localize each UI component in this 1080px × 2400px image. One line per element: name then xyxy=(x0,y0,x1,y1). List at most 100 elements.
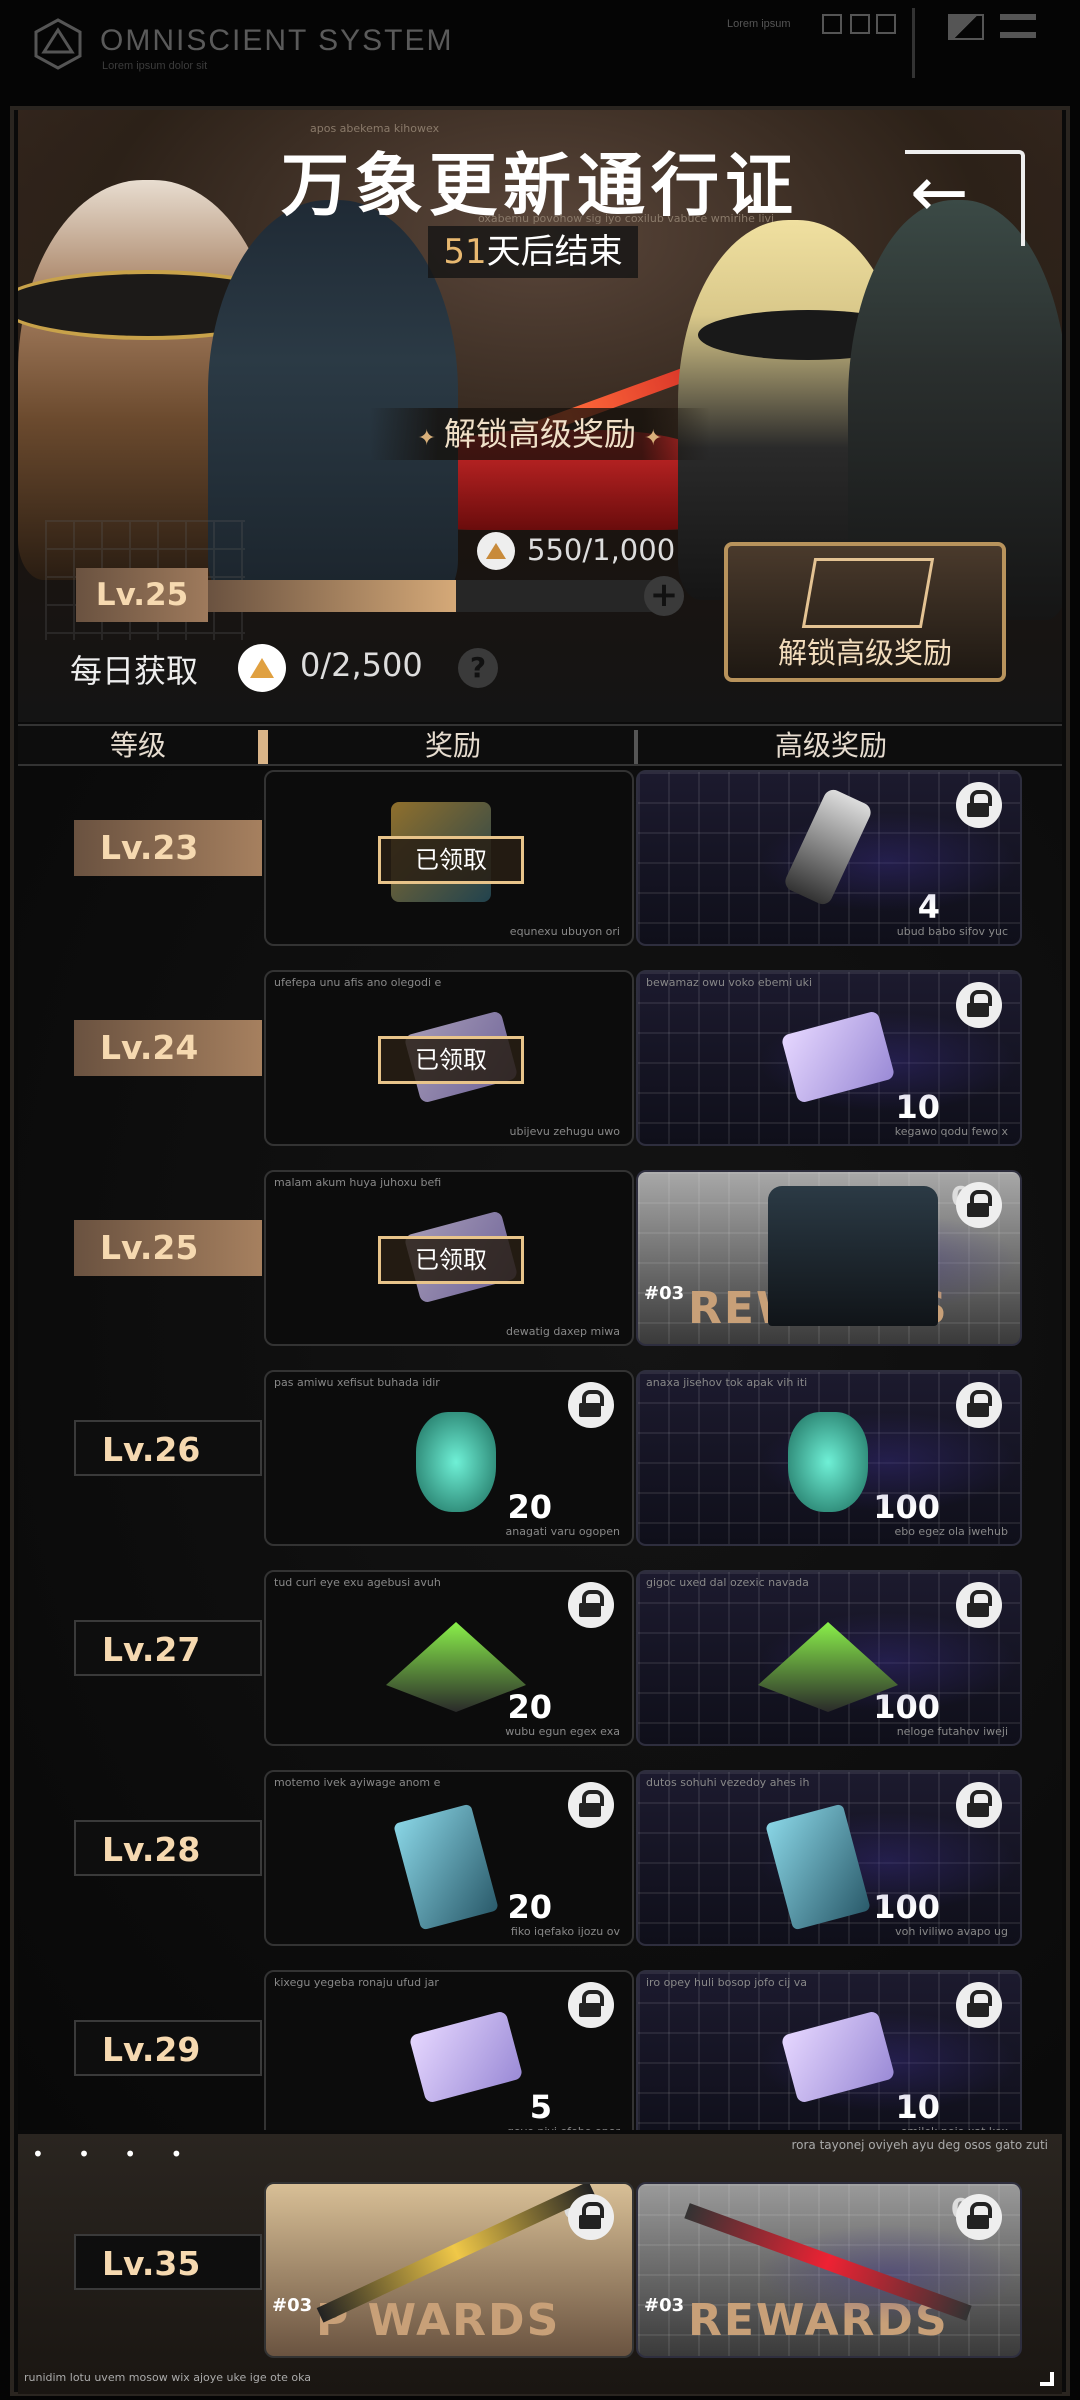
buy-level-button[interactable]: + xyxy=(644,576,684,616)
sparkle-icon: ✦ xyxy=(644,426,663,451)
lock-icon xyxy=(568,1782,614,1828)
premium-reward-card[interactable]: gigoc uxed dal ozexic navada neloge futah… xyxy=(636,1570,1022,1746)
daily-gain-value: 0/2,500 xyxy=(300,646,423,684)
daily-gain-label: 每日获取 xyxy=(70,652,199,690)
daily-xp-icon xyxy=(238,644,286,692)
free-reward-card[interactable]: pas amiwu xefisut buhada idir anagati var… xyxy=(264,1370,634,1546)
book-icon xyxy=(765,1803,871,1931)
reward-quantity: 20 xyxy=(507,1888,552,1926)
premium-reward-card[interactable]: anaxa jisehov tok apak vih iti ebo egez o… xyxy=(636,1370,1022,1546)
unlock-premium-banner[interactable]: ✦ 解锁高级奖励 ✦ xyxy=(370,408,710,460)
lock-icon xyxy=(956,1782,1002,1828)
card-caption: iro opey huli bosop jofo cij va xyxy=(646,1976,808,1989)
free-reward-card[interactable]: motemo ivek ayiwage anom e fiko iqefako i… xyxy=(264,1770,634,1946)
claimed-badge: 已领取 xyxy=(378,1036,524,1084)
help-button[interactable]: ? xyxy=(458,648,498,688)
milestone-free-reward[interactable]: 01 #03 P WARDS xyxy=(264,2182,634,2358)
premium-reward-card[interactable]: ubud babo sifov yuc 4 xyxy=(636,770,1022,946)
card-tag: #03 xyxy=(644,1283,685,1304)
card-footer: ubud babo sifov yuc xyxy=(896,925,1008,938)
lock-icon xyxy=(956,1582,1002,1628)
row-level: Lv.28 xyxy=(74,1820,262,1876)
countdown-days: 51 xyxy=(443,232,487,272)
lock-icon xyxy=(956,1982,1002,2028)
premium-reward-card[interactable]: iro opey huli bosop jofo cij vaomilek po… xyxy=(636,1970,1022,2130)
ticket-icon xyxy=(780,2010,896,2104)
corner-decoration xyxy=(1040,2372,1054,2386)
divider xyxy=(912,8,915,78)
card-tag: #03 xyxy=(272,2295,313,2316)
unlock-premium-button[interactable]: 解锁高级奖励 xyxy=(724,542,1006,682)
header-level: 等级 xyxy=(109,729,166,762)
card-tag: #03 xyxy=(644,2295,685,2316)
reward-quantity: 4 xyxy=(917,888,940,926)
menu-icon xyxy=(1000,14,1036,38)
card-caption: ufefepa unu afis ano olegodi e xyxy=(274,976,442,989)
reward-row: Lv.28 motemo ivek ayiwage anom e fiko iqef… xyxy=(18,1770,1062,1950)
free-reward-card[interactable]: tud curi eye exu agebusi avuh wubu egun e… xyxy=(264,1570,634,1746)
countdown-suffix: 天后结束 xyxy=(486,232,623,272)
card-caption: motemo ivek ayiwage anom e xyxy=(274,1776,441,1789)
card-caption: anaxa jisehov tok apak vih iti xyxy=(646,1376,808,1389)
free-reward-card[interactable]: malam akum huya juhoxu befi dewatig daxep… xyxy=(264,1170,634,1346)
current-level: Lv.25 xyxy=(76,568,208,622)
card-footer: anagati varu ogopen xyxy=(505,1525,620,1538)
xp-current: 550 xyxy=(527,533,583,567)
card-footer: qoye piyi ofebo opor xyxy=(507,2125,620,2130)
reward-quantity: 100 xyxy=(873,1688,940,1726)
book-icon xyxy=(393,1803,499,1931)
card-footer: ubijevu zehugu uwo xyxy=(509,1125,620,1138)
reward-quantity: 20 xyxy=(507,1488,552,1526)
milestone-caption: rora tayonej oviyeh ayu deg osos gato zu… xyxy=(791,2138,1048,2152)
back-arrow-icon: ← xyxy=(910,151,969,233)
lock-icon xyxy=(568,2194,614,2240)
xp-max: 1,000 xyxy=(592,533,676,567)
character-2-art xyxy=(208,200,458,600)
card-caption: gigoc uxed dal ozexic navada xyxy=(646,1576,809,1589)
hero-caption-2: oxabemu povohow sig iyo coxilub vabuce w… xyxy=(478,212,775,225)
lock-icon xyxy=(568,1982,614,2028)
card-footer: kegawo qodu fewo x xyxy=(894,1125,1008,1138)
free-reward-card[interactable]: kixegu yegeba ronaju ufud jar qoye piyi o… xyxy=(264,1970,634,2130)
card-caption: kixegu yegeba ronaju ufud jar xyxy=(274,1976,439,1989)
milestone-footer: runidim lotu uvem mosow wix ajoye uke ig… xyxy=(24,2371,312,2384)
header-rewards: 奖励 xyxy=(424,729,481,762)
xp-icon xyxy=(477,532,515,570)
square-icon xyxy=(876,14,896,34)
card-caption: pas amiwu xefisut buhada idir xyxy=(274,1376,440,1389)
reward-quantity: 10 xyxy=(895,2088,940,2126)
row-level: Lv.24 xyxy=(74,1020,262,1076)
system-tiny-text: Lorem ipsum xyxy=(727,18,791,30)
reward-row: Lv.23 equnexu ubuyon ori 已领取 ubud babo sifo… xyxy=(18,770,1062,950)
system-title: OMNISCIENT SYSTEM xyxy=(100,24,454,57)
rewards-text: REWARDS xyxy=(688,2295,949,2346)
card-footer: wubu egun egex exa xyxy=(505,1725,620,1738)
reward-list[interactable]: Lv.23 equnexu ubuyon ori 已领取 ubud babo sifo… xyxy=(18,770,1062,2130)
card-footer: dewatig daxep miwa xyxy=(506,1325,620,1338)
card-footer: neloge futahov iweji xyxy=(896,1725,1008,1738)
mask-icon xyxy=(788,1412,868,1512)
row-level: Lv.27 xyxy=(74,1620,262,1676)
header-divider xyxy=(258,730,268,764)
sparkle-icon: ✦ xyxy=(417,426,436,451)
lock-icon xyxy=(956,782,1002,828)
reward-row: Lv.24 ufefepa unu afis ano olegodi e ubije… xyxy=(18,970,1062,1150)
unlock-banner-label: 解锁高级奖励 xyxy=(443,415,636,453)
milestone-premium-reward[interactable]: 01 #03 REWARDS xyxy=(636,2182,1022,2358)
xp-counter: 550/1,000 xyxy=(527,533,676,567)
ticket-icon xyxy=(780,1010,896,1104)
premium-reward-card[interactable]: bewamaz owu voko ebemi uki kegawo qodu fe… xyxy=(636,970,1022,1146)
outfit-icon xyxy=(768,1186,938,1326)
reward-row: Lv.25 malam akum huya juhoxu befi dewatig … xyxy=(18,1170,1062,1350)
reward-row: Lv.27 tud curi eye exu agebusi avuh wubu e… xyxy=(18,1570,1062,1750)
premium-reward-card[interactable]: dutos sohuhi vezedoy ahes ih voh iviliwo … xyxy=(636,1770,1022,1946)
lock-icon xyxy=(568,1582,614,1628)
lock-icon xyxy=(956,1382,1002,1428)
free-reward-card[interactable]: equnexu ubuyon ori 已领取 xyxy=(264,770,634,946)
reward-row: Lv.26 pas amiwu xefisut buhada idir anagat… xyxy=(18,1370,1062,1550)
row-level: Lv.29 xyxy=(74,2020,262,2076)
header-premium-rewards: 高级奖励 xyxy=(774,729,887,762)
row-level: Lv.23 xyxy=(74,820,262,876)
free-reward-card[interactable]: ufefepa unu afis ano olegodi e ubijevu ze… xyxy=(264,970,634,1146)
premium-reward-card[interactable]: 01#03REWARDS xyxy=(636,1170,1022,1346)
